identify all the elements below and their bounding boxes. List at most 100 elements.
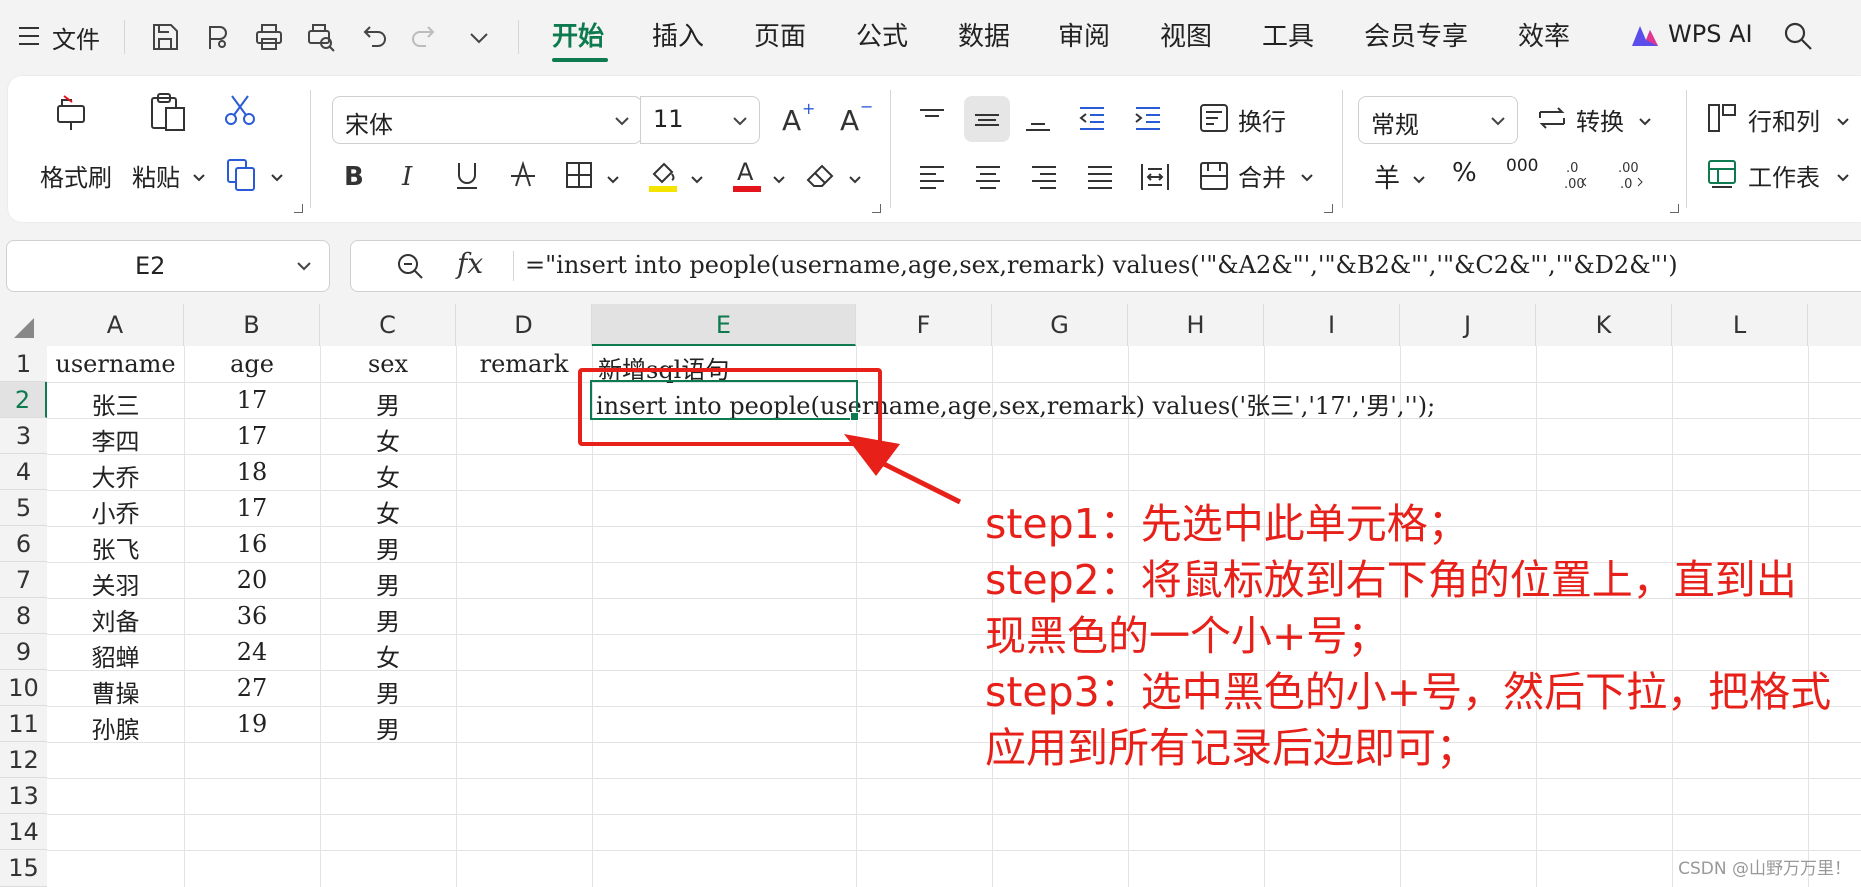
font-size-select[interactable]: 11 (640, 96, 760, 144)
wrap-text-button[interactable]: 换行 (1238, 102, 1286, 137)
formula-input[interactable]: ="insert into people(username,age,sex,re… (525, 251, 1678, 279)
row-header-6[interactable]: 6 (0, 526, 47, 562)
cell-b5[interactable]: 17 (184, 494, 320, 522)
cell-b11[interactable]: 19 (184, 710, 320, 738)
row-header-9[interactable]: 9 (0, 634, 47, 670)
cell-b3[interactable]: 17 (184, 422, 320, 450)
merge-button[interactable]: 合并 (1238, 158, 1286, 193)
cell-a6[interactable]: 张飞 (47, 530, 184, 565)
cell-b10[interactable]: 27 (184, 674, 320, 702)
column-header-c[interactable]: C (320, 304, 456, 346)
cell-c4[interactable]: 女 (320, 458, 456, 493)
italic-icon[interactable]: I (396, 158, 426, 192)
row-header-1[interactable]: 1 (0, 346, 47, 382)
cell-b9[interactable]: 24 (184, 638, 320, 666)
cell-a9[interactable]: 貂蝉 (47, 638, 184, 673)
column-header-b[interactable]: B (184, 304, 320, 346)
merge-dropdown-chevron-icon[interactable] (1300, 168, 1314, 182)
eraser-dropdown-chevron-icon[interactable] (848, 170, 862, 184)
column-header-a[interactable]: A (47, 304, 184, 346)
column-header-d[interactable]: D (456, 304, 592, 346)
worksheet-button[interactable]: 工作表 (1748, 158, 1820, 193)
select-all-corner[interactable] (0, 304, 47, 346)
row-header-14[interactable]: 14 (0, 814, 47, 850)
align-middle-icon[interactable] (964, 96, 1010, 142)
tab-review[interactable]: 审阅 (1058, 16, 1110, 53)
save-icon[interactable] (150, 22, 180, 52)
distributed-align-icon[interactable] (1138, 160, 1172, 194)
decrease-font-icon[interactable]: A − (838, 97, 874, 137)
cell-b8[interactable]: 36 (184, 602, 320, 630)
copy-dropdown-chevron-icon[interactable] (270, 168, 284, 182)
align-center-icon[interactable] (972, 162, 1004, 192)
row-header-15[interactable]: 15 (0, 850, 47, 887)
row-header-2[interactable]: 2 (0, 382, 47, 418)
tab-home[interactable]: 开始 (552, 16, 604, 53)
row-header-3[interactable]: 3 (0, 418, 47, 454)
print-icon[interactable] (254, 22, 284, 52)
cell-a11[interactable]: 孙膑 (47, 710, 184, 745)
column-header-k[interactable]: K (1536, 304, 1672, 346)
cell-d1[interactable]: remark (456, 350, 592, 378)
increase-decimal-icon[interactable]: .0.00 (1560, 158, 1594, 192)
worksheet-icon[interactable] (1706, 158, 1738, 190)
font-color-icon[interactable]: A (730, 156, 764, 194)
cell-c3[interactable]: 女 (320, 422, 456, 457)
font-expand-icon[interactable] (872, 204, 881, 213)
undo-icon[interactable] (358, 22, 388, 52)
tab-page[interactable]: 页面 (754, 16, 806, 53)
cell-a8[interactable]: 刘备 (47, 602, 184, 637)
cell-b1[interactable]: age (184, 350, 320, 378)
fill-color-icon[interactable] (646, 156, 680, 194)
alignment-expand-icon[interactable] (1324, 204, 1333, 213)
format-painter-icon[interactable] (52, 92, 92, 132)
wrap-text-icon[interactable] (1198, 102, 1230, 134)
name-box[interactable]: E2 (6, 240, 330, 292)
convert-button[interactable]: 转换 (1576, 102, 1624, 137)
row-header-8[interactable]: 8 (0, 598, 47, 634)
format-icon[interactable] (202, 22, 232, 52)
row-header-5[interactable]: 5 (0, 490, 47, 526)
align-top-icon[interactable] (916, 104, 948, 134)
cell-a5[interactable]: 小乔 (47, 494, 184, 529)
merge-cells-icon[interactable] (1198, 160, 1230, 192)
tab-efficiency[interactable]: 效率 (1518, 16, 1570, 53)
align-left-icon[interactable] (916, 162, 948, 192)
menu-icon[interactable] (18, 24, 40, 48)
rows-cols-icon[interactable] (1706, 102, 1738, 134)
convert-icon[interactable] (1536, 102, 1568, 134)
align-bottom-icon[interactable] (1022, 104, 1054, 134)
clipboard-expand-icon[interactable] (294, 204, 303, 213)
row-header-13[interactable]: 13 (0, 778, 47, 814)
search-icon[interactable] (1782, 20, 1814, 52)
copy-icon[interactable] (224, 156, 260, 192)
column-header-e[interactable]: E (592, 304, 856, 346)
increase-font-icon[interactable]: A + (780, 99, 816, 137)
cell-a1[interactable]: username (47, 350, 184, 378)
cell-c5[interactable]: 女 (320, 494, 456, 529)
currency-format-button[interactable]: 羊 (1374, 158, 1400, 195)
fill-color-dropdown-chevron-icon[interactable] (690, 170, 704, 184)
column-header-f[interactable]: F (856, 304, 992, 346)
column-header-j[interactable]: J (1400, 304, 1536, 346)
cell-b2[interactable]: 17 (184, 386, 320, 414)
percent-format-button[interactable]: % (1452, 158, 1477, 188)
border-dropdown-chevron-icon[interactable] (606, 170, 620, 184)
tab-insert[interactable]: 插入 (652, 16, 704, 53)
align-right-icon[interactable] (1028, 162, 1060, 192)
cell-b6[interactable]: 16 (184, 530, 320, 558)
eraser-icon[interactable] (804, 158, 838, 192)
cell-c1[interactable]: sex (320, 350, 456, 378)
row-header-11[interactable]: 11 (0, 706, 47, 742)
cell-a4[interactable]: 大乔 (47, 458, 184, 493)
cut-icon[interactable] (222, 92, 258, 128)
cell-a10[interactable]: 曹操 (47, 674, 184, 709)
bold-icon[interactable]: B (340, 158, 370, 192)
column-header-h[interactable]: H (1128, 304, 1264, 346)
border-icon[interactable] (564, 160, 594, 190)
column-header-g[interactable]: G (992, 304, 1128, 346)
cell-c8[interactable]: 男 (320, 602, 456, 637)
justify-icon[interactable] (1084, 162, 1116, 192)
increase-indent-icon[interactable] (1132, 104, 1164, 134)
tab-tools[interactable]: 工具 (1262, 16, 1314, 53)
